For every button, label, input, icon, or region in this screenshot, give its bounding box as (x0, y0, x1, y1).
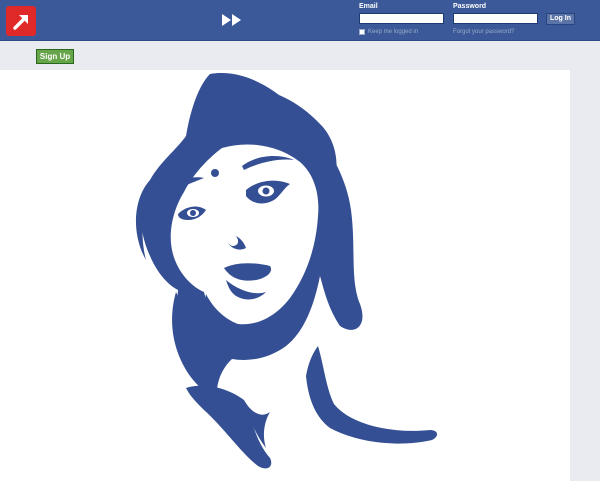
arrow-icon (13, 15, 28, 30)
keep-logged-in-checkbox[interactable] (359, 29, 365, 35)
keep-logged-in-label: Keep me logged in (368, 29, 419, 35)
top-bar: Email Password Log In Keep me logged in … (0, 0, 600, 41)
woman-portrait-illustration (135, 73, 438, 469)
logo[interactable] (6, 6, 36, 36)
password-label: Password (453, 3, 487, 10)
login-button[interactable]: Log In (546, 13, 575, 25)
email-label: Email (359, 3, 378, 10)
email-field[interactable] (359, 13, 444, 24)
main-panel (0, 70, 570, 481)
forgot-password-link[interactable]: Forgot your password? (453, 29, 514, 35)
fast-forward-icon[interactable] (221, 12, 243, 28)
password-field[interactable] (453, 13, 538, 24)
signup-button[interactable]: Sign Up (36, 49, 74, 64)
